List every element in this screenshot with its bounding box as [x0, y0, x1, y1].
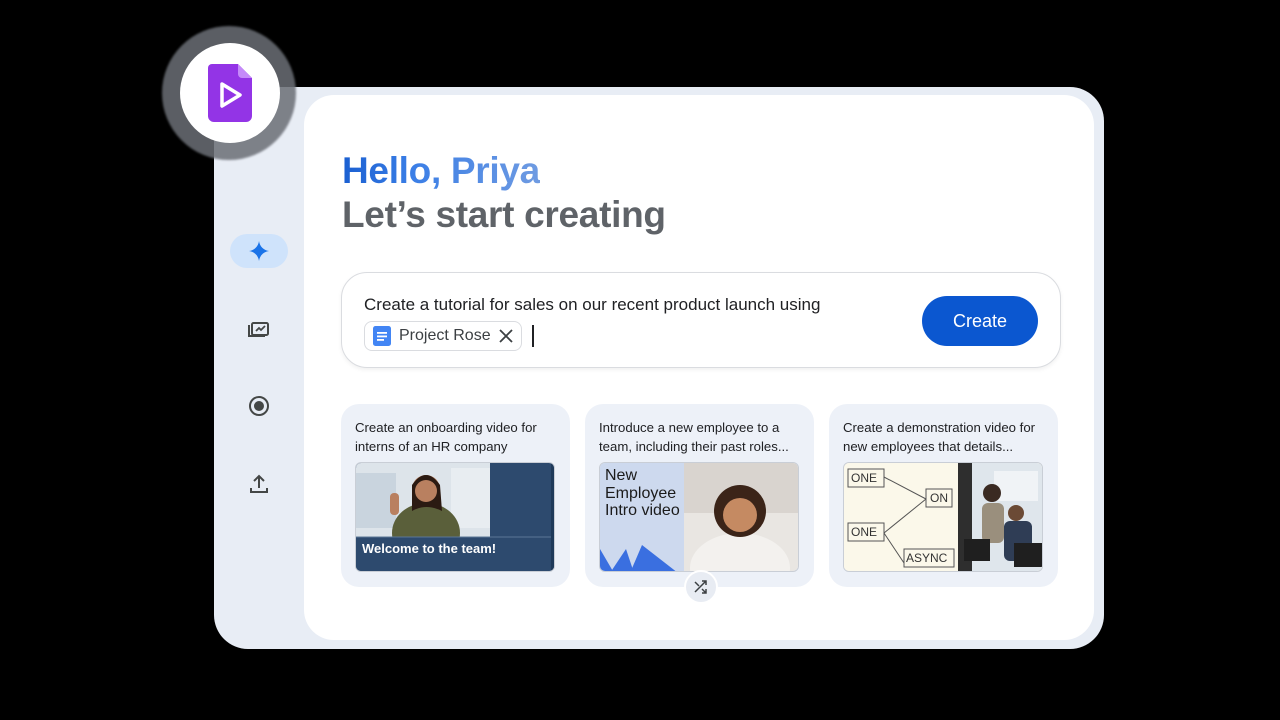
thumbnail-caption: Welcome to the team! [362, 541, 497, 556]
sidebar-item-upload[interactable] [230, 467, 288, 501]
app-logo [180, 43, 280, 143]
diagram-label: ON [930, 491, 948, 505]
suggestion-card-onboarding[interactable]: Create an onboarding video for interns o… [341, 404, 570, 587]
create-button[interactable]: Create [922, 296, 1038, 346]
stage: Hello, Priya Let’s start creating Create… [0, 0, 1280, 720]
card-thumbnail: Welcome to the team! [355, 462, 555, 572]
shuffle-icon [694, 580, 707, 594]
card-thumbnail: ONE ON ONE ASYNC [843, 462, 1043, 572]
upload-icon [250, 474, 268, 493]
diagram-label: ONE [851, 525, 878, 539]
greeting-title: Hello, Priya [342, 150, 540, 191]
chip-label: Project Rose [399, 327, 491, 344]
suggestion-card-demo[interactable]: Create a demonstration video for new emp… [829, 404, 1058, 587]
prompt-input[interactable]: Create a tutorial for sales on our recen… [341, 272, 1061, 368]
sidebar-item-record[interactable] [230, 389, 288, 423]
thumbnail-title: New Employee Intro video [605, 467, 680, 519]
suggestion-card-intro[interactable]: Introduce a new employee to a team, incl… [585, 404, 814, 587]
diagram-label: ASYNC [906, 551, 948, 565]
card-text: Create a demonstration video for new emp… [843, 420, 1036, 454]
vids-logo-icon [208, 64, 252, 122]
card-text: Create an onboarding video for interns o… [355, 420, 537, 454]
sparkle-icon [249, 241, 269, 261]
card-thumbnail: New Employee Intro video [599, 462, 799, 572]
docs-icon [373, 326, 391, 346]
sidebar-item-library[interactable] [230, 311, 288, 345]
prompt-text: Create a tutorial for sales on our recen… [364, 295, 821, 314]
video-library-icon [248, 322, 269, 337]
diagram-label: ONE [851, 471, 878, 485]
record-icon [249, 396, 269, 416]
close-icon[interactable] [498, 329, 513, 343]
greeting-subtitle: Let’s start creating [342, 194, 666, 235]
card-text: Introduce a new employee to a team, incl… [599, 420, 789, 454]
shuffle-button[interactable] [684, 570, 718, 604]
file-chip[interactable]: Project Rose [364, 321, 522, 351]
text-caret [532, 325, 534, 347]
sidebar-item-create[interactable] [230, 234, 288, 268]
